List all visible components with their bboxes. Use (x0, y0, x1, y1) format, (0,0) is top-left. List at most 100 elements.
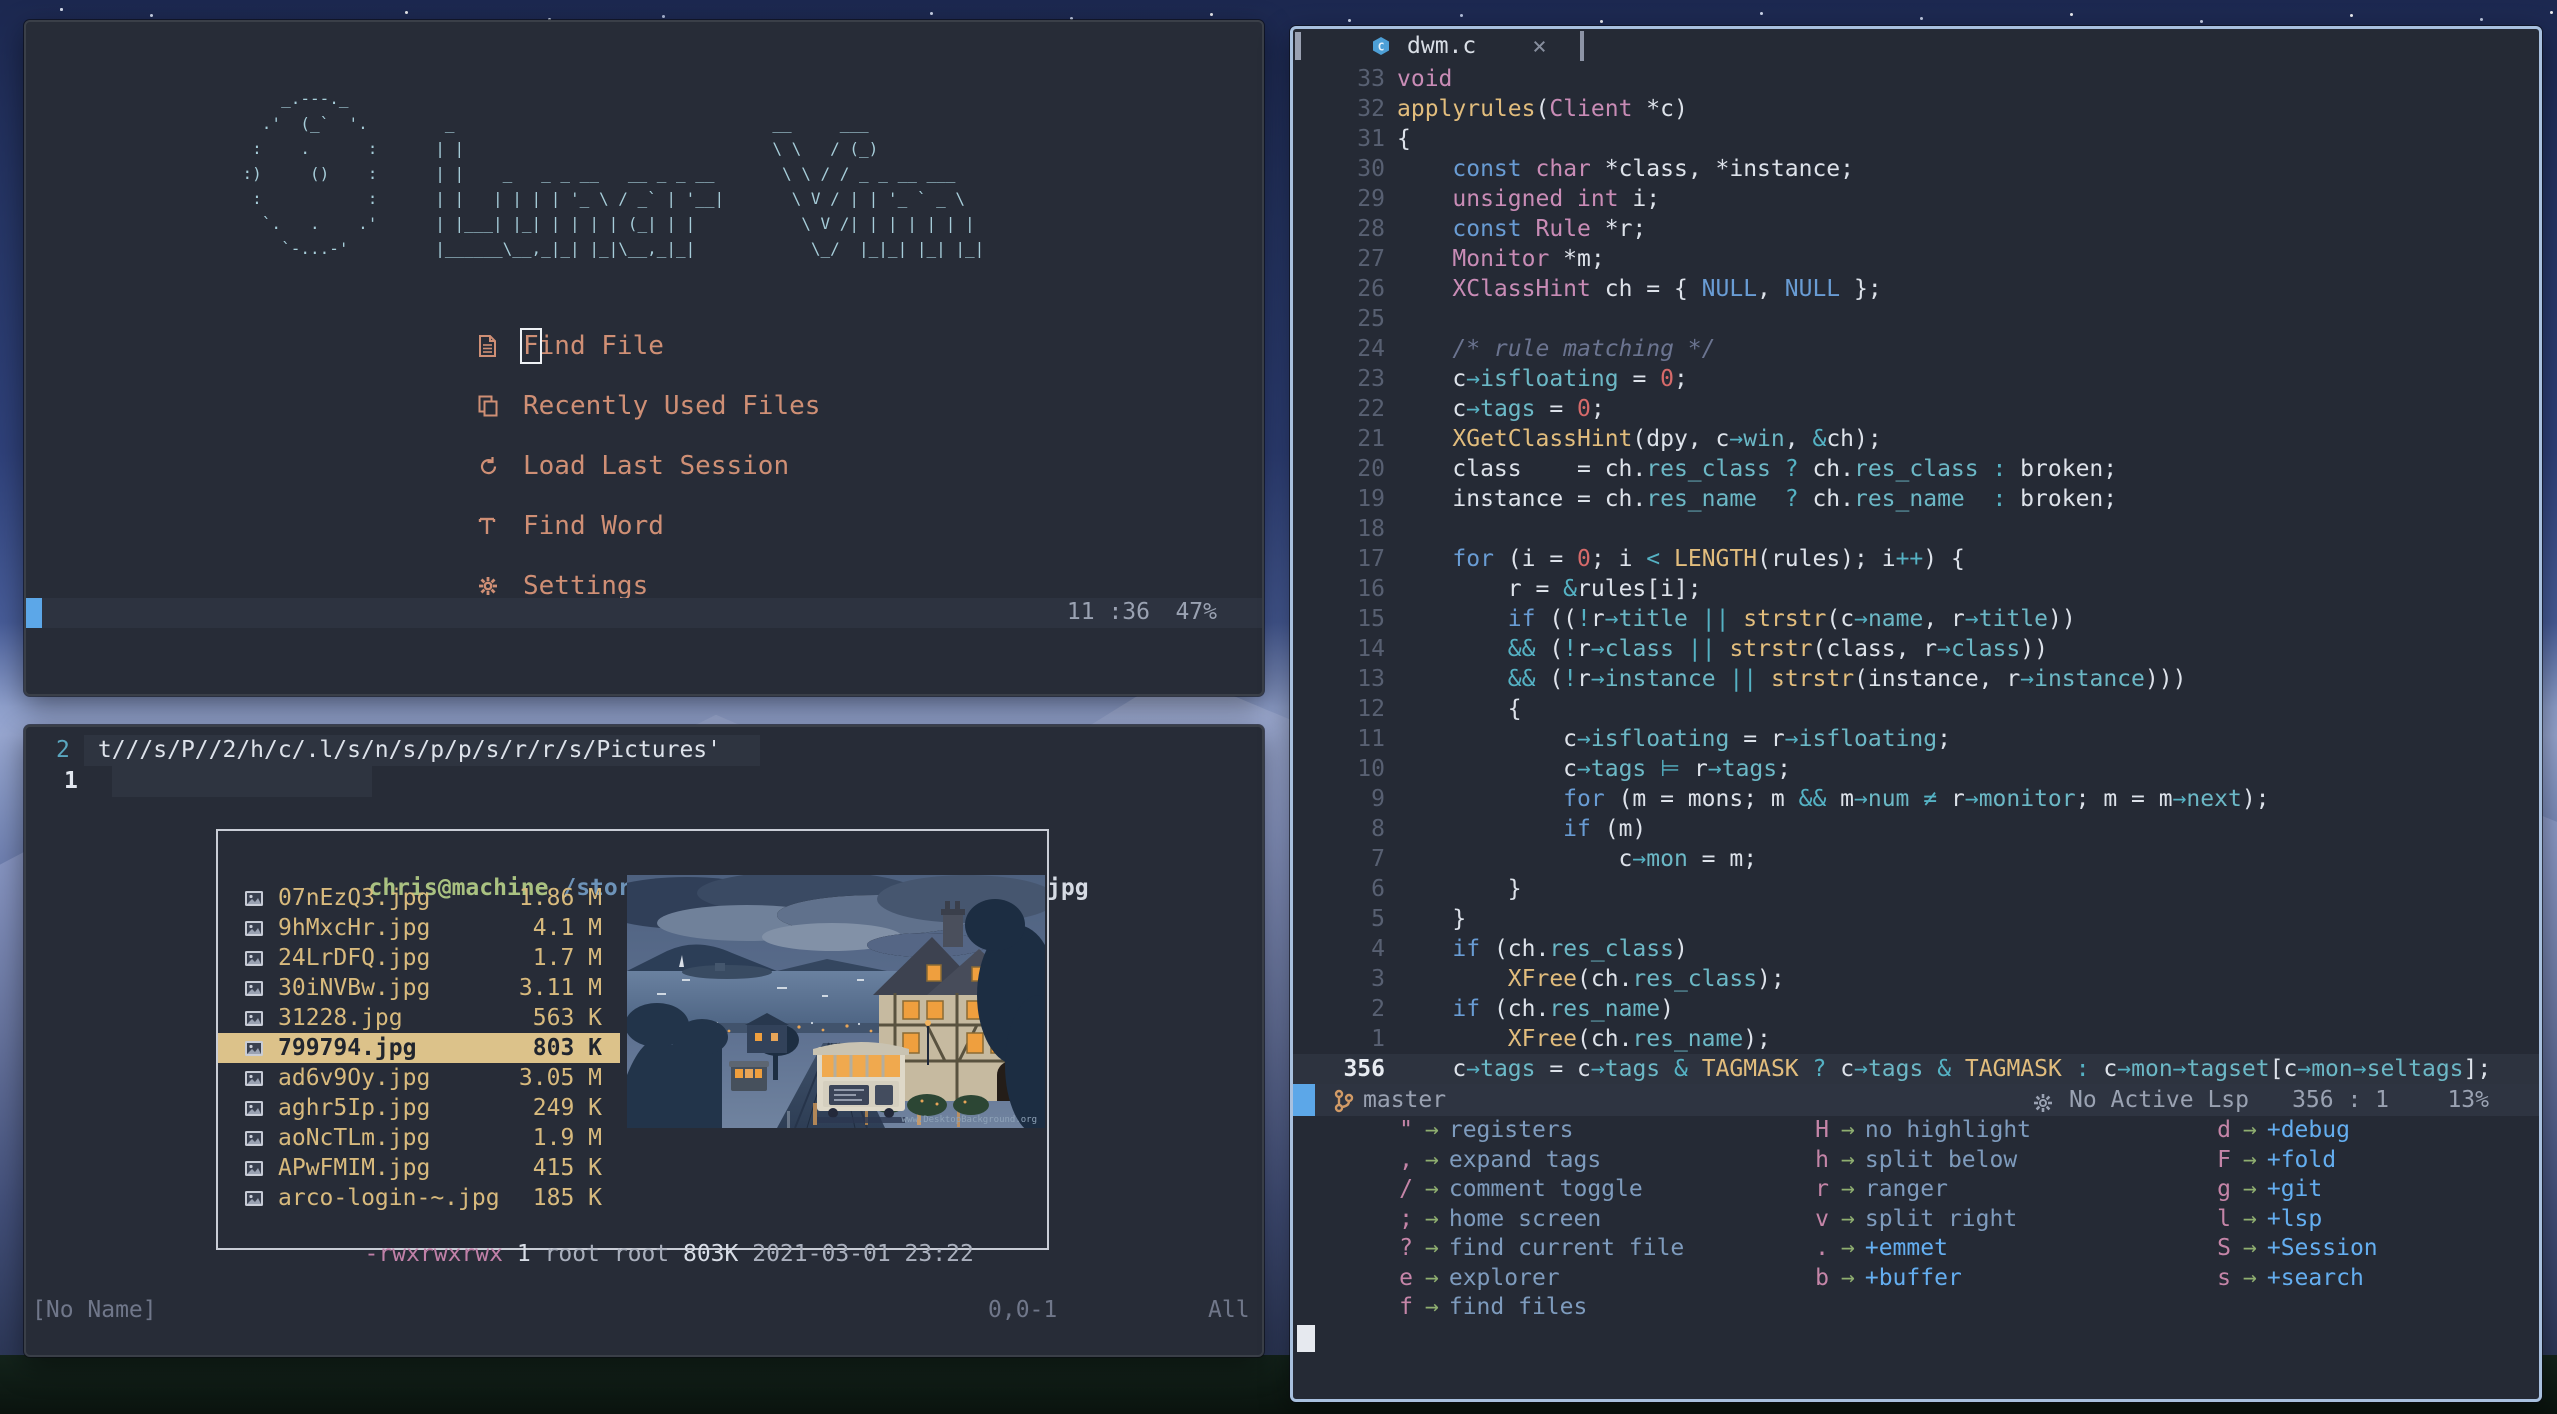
code-line[interactable]: 17 for (i = 0; i < LENGTH(rules); i++) { (1293, 544, 2539, 574)
code-line[interactable]: 27 Monitor *m; (1293, 244, 2539, 274)
image-file-icon (244, 980, 270, 997)
code-line[interactable]: 4 if (ch.res_class) (1293, 934, 2539, 964)
file-row[interactable]: arco-login-~.jpg 185 K (218, 1183, 620, 1213)
code-line[interactable]: 25 (1293, 304, 2539, 334)
file-row[interactable]: 07nEzQ3.jpg 1.86 M (218, 883, 620, 913)
code-line[interactable]: 3 XFree(ch.res_class); (1293, 964, 2539, 994)
code-token: (rules); i (1757, 546, 1896, 572)
dashboard-menu-item-find-word[interactable]: Find Word (478, 510, 664, 542)
file-name: 799794.jpg (278, 1035, 417, 1061)
scratch-window[interactable]: 2 t///s/P//2/h/c/.l/s/n/s/p/p/s/r/r/s/Pic… (24, 725, 1264, 1357)
code-line[interactable]: 8 if (m) (1293, 814, 2539, 844)
code-line[interactable]: 28 const Rule *r; (1293, 214, 2539, 244)
whichkey-entry[interactable]: d → +debug (2171, 1116, 2378, 1146)
whichkey-entry[interactable]: l → +lsp (2171, 1205, 2378, 1235)
file-row[interactable]: APwFMIM.jpg 415 K (218, 1153, 620, 1183)
whichkey-entry[interactable]: b → +buffer (1769, 1264, 2031, 1294)
code-line[interactable]: 23 c→isfloating = 0; (1293, 364, 2539, 394)
whichkey-entry[interactable]: / → comment toggle (1353, 1175, 1684, 1205)
arrow-icon: → (2243, 1235, 2257, 1261)
code-line[interactable]: 20 class = ch.res_class ? ch.res_class :… (1293, 454, 2539, 484)
code-line[interactable]: 11 c→isfloating = r→isfloating; (1293, 724, 2539, 754)
code-line[interactable]: 10 c→tags ⊨ r→tags; (1293, 754, 2539, 784)
code-token: ( (1535, 636, 1564, 662)
code-area[interactable]: 33 void 32 applyrules(Client *c) 31{30 const… (1293, 64, 2539, 1084)
whichkey-entry[interactable]: H → no highlight (1769, 1116, 2031, 1146)
file-name: aghr5Ip.jpg (278, 1095, 431, 1121)
file-size: 415 K (532, 1155, 602, 1181)
file-row[interactable]: 30iNVBw.jpg 3.11 M (218, 973, 620, 1003)
whichkey-entry[interactable]: s → +search (2171, 1264, 2378, 1294)
code-token: unsigned (1452, 186, 1564, 212)
file-row[interactable]: 24LrDFQ.jpg 1.7 M (218, 943, 620, 973)
dashboard-menu-item-load-last-session[interactable]: Load Last Session (478, 450, 789, 482)
whichkey-description: ranger (1864, 1176, 1948, 1202)
code-line[interactable]: 1 XFree(ch.res_name); (1293, 1024, 2539, 1054)
whichkey-key: ? (1399, 1235, 1413, 1261)
code-line[interactable]: 356 c→tags = c→tags & TAGMASK ? c→tags &… (1293, 1054, 2539, 1084)
code-line[interactable]: 32 applyrules(Client *c) (1293, 94, 2539, 124)
file-row[interactable]: aoNcTLm.jpg 1.9 M (218, 1123, 620, 1153)
code-line[interactable]: 21 XGetClassHint(dpy, c→win, &ch); (1293, 424, 2539, 454)
code-token: (c (1826, 606, 1855, 632)
editor-window[interactable]: C dwm.c × 33 void 32 applyrules(Client *c) 3… (1290, 26, 2542, 1402)
file-row[interactable]: 31228.jpg 563 K (218, 1003, 620, 1033)
code-line[interactable]: 26 XClassHint ch = { NULL, NULL }; (1293, 274, 2539, 304)
whichkey-entry[interactable]: " → registers (1353, 1116, 1684, 1146)
code-line[interactable]: 24 /* rule matching */ (1293, 334, 2539, 364)
code-line[interactable]: 7 c→mon = m; (1293, 844, 2539, 874)
code-token: title (1978, 606, 2048, 632)
whichkey-entry[interactable]: F → +fold (2171, 1146, 2378, 1176)
whichkey-entry[interactable]: h → split below (1769, 1146, 2031, 1176)
code-line[interactable]: 19 instance = ch.res_name ? ch.res_name … (1293, 484, 2539, 514)
file-row[interactable]: aghr5Ip.jpg 249 K (218, 1093, 620, 1123)
code-line[interactable]: 18 (1293, 514, 2539, 544)
whichkey-entry[interactable]: g → +git (2171, 1175, 2378, 1205)
code-line[interactable]: 16 r = &rules[i]; (1293, 574, 2539, 604)
code-line[interactable]: 12 { (1293, 694, 2539, 724)
tab-dwm-c[interactable]: C dwm.c × (1357, 29, 1547, 63)
git-branch-name: master (1363, 1087, 1447, 1113)
code-line[interactable]: 22 c→tags = 0; (1293, 394, 2539, 424)
code-token: res_name (1549, 996, 1661, 1022)
file-name: ad6v9Oy.jpg (278, 1065, 431, 1091)
dashboard-menu-item-find-file[interactable]: Find File (478, 328, 664, 364)
code-token: isfloating (1798, 726, 1938, 752)
file-row[interactable]: 9hMxcHr.jpg 4.1 M (218, 913, 620, 943)
file-row[interactable]: ad6v9Oy.jpg 3.05 M (218, 1063, 620, 1093)
file-row[interactable]: 799794.jpg 803 K (218, 1033, 620, 1063)
whichkey-entry[interactable]: ; → home screen (1353, 1205, 1684, 1235)
code-line[interactable]: 5 } (1293, 904, 2539, 934)
dashboard-window[interactable]: _.---._ .' (_` '. _ __ ___ : . : | | \ \… (24, 20, 1264, 696)
whichkey-entry[interactable]: v → split right (1769, 1205, 2031, 1235)
code-line[interactable]: 14 && (!r→class || strstr(class, r→class… (1293, 634, 2539, 664)
code-token: if (1452, 936, 1481, 962)
whichkey-entry[interactable]: , → expand tags (1353, 1146, 1684, 1176)
code-token: ch. (1798, 456, 1854, 482)
whichkey-entry[interactable]: ? → find current file (1353, 1234, 1684, 1264)
whichkey-entry[interactable]: f → find files (1353, 1293, 1684, 1323)
code-line[interactable]: 15 if ((!r→title || strstr(c→name, r→tit… (1293, 604, 2539, 634)
tab-title: dwm.c (1407, 33, 1477, 59)
code-line[interactable]: 9 for (m = mons; m && m→num ≠ r→monitor;… (1293, 784, 2539, 814)
code-token: if (1452, 996, 1481, 1022)
arrow-icon: → (1425, 1235, 1439, 1261)
dashboard-menu-item-recently-used-files[interactable]: Recently Used Files (478, 390, 820, 422)
code-token: → (2117, 1056, 2132, 1082)
code-line[interactable]: 29 unsigned int i; (1293, 184, 2539, 214)
code-line[interactable]: 6 } (1293, 874, 2539, 904)
close-icon[interactable]: × (1532, 32, 1546, 60)
whichkey-entry[interactable]: e → explorer (1353, 1264, 1684, 1294)
code-token: seltags (2366, 1056, 2464, 1082)
file-icon (478, 335, 508, 357)
code-line[interactable]: 2 if (ch.res_name) (1293, 994, 2539, 1024)
code-line[interactable]: 31 { (1293, 124, 2539, 154)
whichkey-entry[interactable]: . → +emmet (1769, 1234, 2031, 1264)
whichkey-entry[interactable]: r → ranger (1769, 1175, 2031, 1205)
code-line[interactable]: 30 const char *class, *instance; (1293, 154, 2539, 184)
code-line[interactable]: 33 void (1293, 64, 2539, 94)
whichkey-column: d → +debug F → +fold g → +git l → +lsp S → +Session s → +… (2171, 1116, 2378, 1293)
whichkey-entry[interactable]: S → +Session (2171, 1234, 2378, 1264)
code-line[interactable]: 13 && (!r→instance || strstr(instance, r… (1293, 664, 2539, 694)
